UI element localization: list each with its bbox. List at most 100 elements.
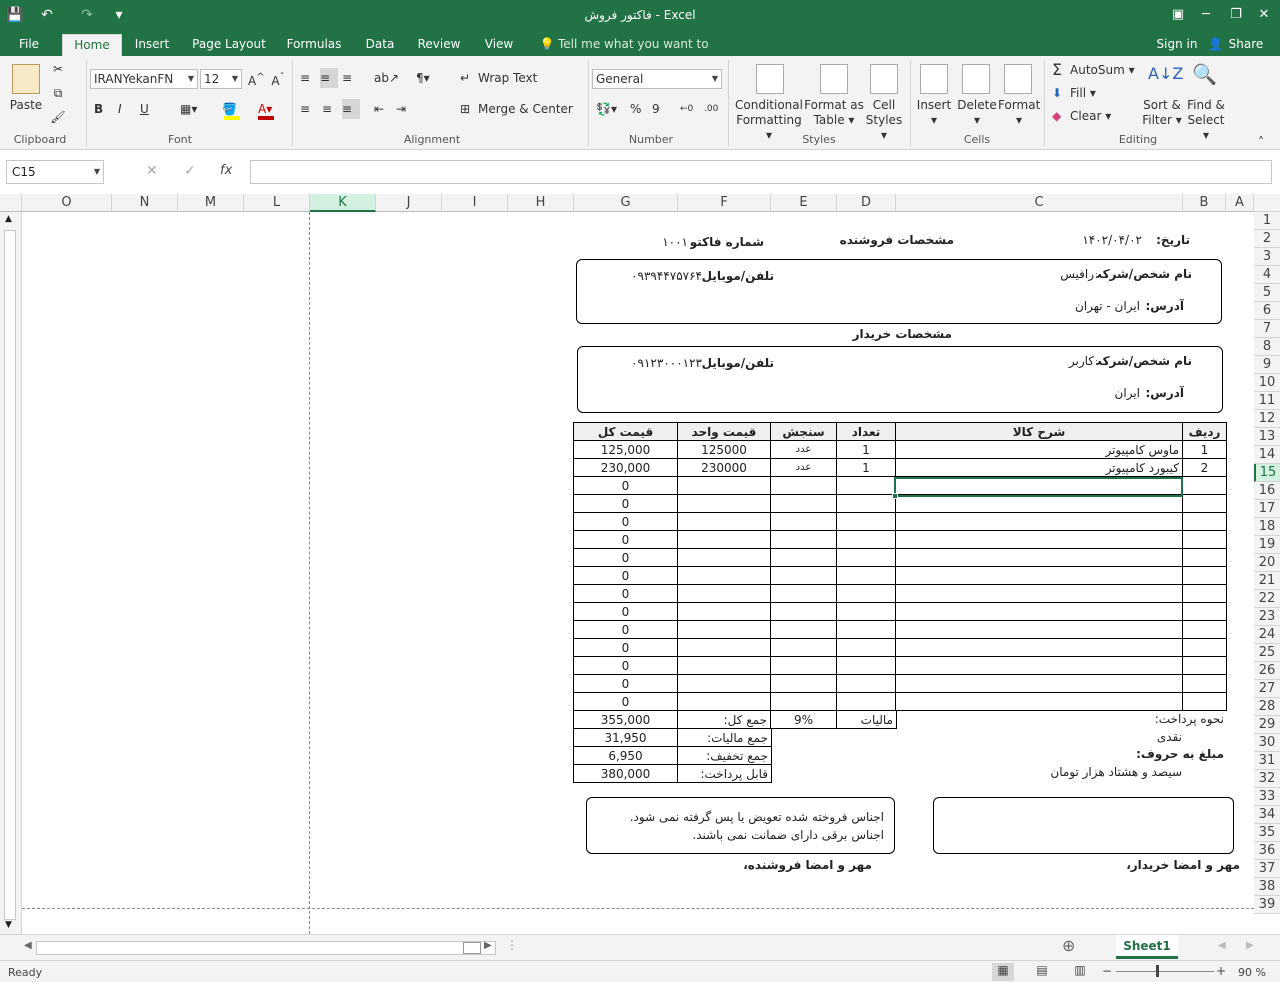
item-total[interactable]: 0 bbox=[573, 620, 678, 639]
percent-button[interactable]: % bbox=[630, 99, 644, 119]
row-header-24[interactable]: 24 bbox=[1254, 626, 1280, 644]
row-header-20[interactable]: 20 bbox=[1254, 554, 1280, 572]
row-header-21[interactable]: 21 bbox=[1254, 572, 1280, 590]
item-row-number[interactable] bbox=[1182, 512, 1227, 531]
item-description[interactable] bbox=[895, 584, 1183, 603]
item-unit[interactable] bbox=[770, 584, 837, 603]
item-qty[interactable]: 1 bbox=[836, 440, 896, 459]
wrap-text-button[interactable]: Wrap Text bbox=[478, 68, 548, 88]
decrease-decimal-icon[interactable]: .00 bbox=[704, 99, 720, 119]
page-break-view-icon[interactable]: ▥ bbox=[1070, 963, 1090, 977]
scroll-right-icon[interactable]: ▶ bbox=[484, 940, 492, 951]
column-header-l[interactable]: L bbox=[244, 194, 310, 212]
item-total[interactable]: 0 bbox=[573, 638, 678, 657]
underline-button[interactable]: U bbox=[140, 99, 154, 119]
row-header-11[interactable]: 11 bbox=[1254, 392, 1280, 410]
row-header-7[interactable]: 7 bbox=[1254, 320, 1280, 338]
borders-icon[interactable]: ▦▾ bbox=[180, 99, 206, 119]
select-all-corner[interactable] bbox=[0, 194, 22, 212]
tax-rate-value[interactable]: 9% bbox=[770, 710, 837, 729]
item-total[interactable]: 0 bbox=[573, 692, 678, 711]
item-unit[interactable]: عدد bbox=[770, 458, 837, 477]
shrink-font-icon[interactable]: Aˇ bbox=[270, 70, 286, 89]
sign-in-link[interactable]: Sign in bbox=[1154, 32, 1200, 56]
column-header-e[interactable]: E bbox=[771, 194, 837, 212]
column-header-f[interactable]: F bbox=[678, 194, 771, 212]
item-description[interactable]: ماوس کامپیوتر bbox=[895, 440, 1183, 459]
horizontal-scroll-thumb[interactable] bbox=[463, 942, 481, 954]
column-header-g[interactable]: G bbox=[574, 194, 678, 212]
item-unit[interactable] bbox=[770, 566, 837, 585]
number-format-combo[interactable]: General ▼ bbox=[592, 69, 722, 89]
row-header-10[interactable]: 10 bbox=[1254, 374, 1280, 392]
item-row-number[interactable]: 1 bbox=[1182, 440, 1227, 459]
enter-icon[interactable]: ✓ bbox=[184, 163, 202, 179]
column-header-c[interactable]: C bbox=[896, 194, 1183, 212]
row-header-18[interactable]: 18 bbox=[1254, 518, 1280, 536]
item-unit-price[interactable] bbox=[677, 512, 771, 531]
merge-center-button[interactable]: Merge & Center bbox=[478, 99, 578, 119]
zoom-slider[interactable] bbox=[1116, 971, 1214, 972]
paste-button[interactable]: Paste bbox=[6, 98, 46, 113]
font-size-combo[interactable]: 12 ▼ bbox=[200, 69, 242, 89]
ribbon-display-icon[interactable]: ▣ bbox=[1164, 2, 1192, 28]
item-total[interactable]: 0 bbox=[573, 494, 678, 513]
formula-input[interactable] bbox=[250, 160, 1272, 184]
item-total[interactable]: 0 bbox=[573, 674, 678, 693]
currency-icon[interactable]: 💱▾ bbox=[596, 99, 622, 119]
column-header-h[interactable]: H bbox=[508, 194, 574, 212]
align-center-icon[interactable]: ≡ bbox=[322, 99, 338, 119]
item-unit[interactable] bbox=[770, 656, 837, 675]
payable-value[interactable]: 380,000 bbox=[573, 764, 678, 783]
row-header-2[interactable]: 2 bbox=[1254, 230, 1280, 248]
item-unit[interactable] bbox=[770, 476, 837, 495]
minimize-icon[interactable]: ─ bbox=[1192, 2, 1220, 28]
item-total[interactable]: 0 bbox=[573, 530, 678, 549]
font-name-combo[interactable]: IRANYekanFN ▼ bbox=[90, 69, 198, 89]
item-unit[interactable]: عدد bbox=[770, 440, 837, 459]
item-qty[interactable] bbox=[836, 620, 896, 639]
rtl-icon[interactable]: ¶▾ bbox=[416, 68, 442, 88]
sort-filter-button[interactable]: Sort & Filter ▾ bbox=[1142, 98, 1182, 128]
increase-decimal-icon[interactable]: ←0 bbox=[680, 99, 696, 119]
item-unit[interactable] bbox=[770, 530, 837, 549]
row-header-23[interactable]: 23 bbox=[1254, 608, 1280, 626]
insert-cells-button[interactable]: Insert ▾ bbox=[914, 98, 954, 128]
row-header-14[interactable]: 14 bbox=[1254, 446, 1280, 464]
item-description[interactable] bbox=[895, 620, 1183, 639]
format-cells-button[interactable]: Format ▾ bbox=[998, 98, 1040, 128]
row-header-4[interactable]: 4 bbox=[1254, 266, 1280, 284]
item-unit-price[interactable] bbox=[677, 638, 771, 657]
item-row-number[interactable] bbox=[1182, 548, 1227, 567]
sheet-tab-sheet1[interactable]: Sheet1 bbox=[1116, 935, 1178, 959]
format-painter-icon[interactable]: 🖌 bbox=[50, 110, 66, 125]
row-header-25[interactable]: 25 bbox=[1254, 644, 1280, 662]
item-unit-price[interactable] bbox=[677, 692, 771, 711]
row-header-19[interactable]: 19 bbox=[1254, 536, 1280, 554]
orientation-icon[interactable]: ab↗ bbox=[374, 68, 400, 88]
worksheet-grid[interactable]: ONMLKJIHGFEDCBA 1 2 3 4 5 6 7 8 9 10 11 12 13 14 15 16 1… bbox=[0, 194, 1280, 934]
row-header-35[interactable]: 35 bbox=[1254, 824, 1280, 842]
item-description[interactable] bbox=[895, 530, 1183, 549]
item-total[interactable]: 230,000 bbox=[573, 458, 678, 477]
item-unit-price[interactable] bbox=[677, 584, 771, 603]
item-row-number[interactable] bbox=[1182, 566, 1227, 585]
column-header-k[interactable]: K bbox=[310, 194, 376, 212]
item-qty[interactable]: 1 bbox=[836, 458, 896, 477]
item-unit-price[interactable] bbox=[677, 674, 771, 693]
item-total[interactable]: 0 bbox=[573, 512, 678, 531]
item-unit-price[interactable] bbox=[677, 656, 771, 675]
increase-indent-icon[interactable]: ⇥ bbox=[396, 99, 412, 119]
item-unit-price[interactable] bbox=[677, 566, 771, 585]
item-qty[interactable] bbox=[836, 566, 896, 585]
horizontal-scrollbar[interactable] bbox=[36, 941, 496, 955]
row-header-15[interactable]: 15 bbox=[1254, 464, 1280, 482]
item-qty[interactable] bbox=[836, 584, 896, 603]
item-unit[interactable] bbox=[770, 602, 837, 621]
item-description[interactable] bbox=[895, 638, 1183, 657]
item-unit-price[interactable]: 125000 bbox=[677, 440, 771, 459]
splitter-handle[interactable]: ⋮ bbox=[506, 938, 518, 952]
row-header-28[interactable]: 28 bbox=[1254, 698, 1280, 716]
column-header-d[interactable]: D bbox=[837, 194, 896, 212]
item-row-number[interactable] bbox=[1182, 638, 1227, 657]
